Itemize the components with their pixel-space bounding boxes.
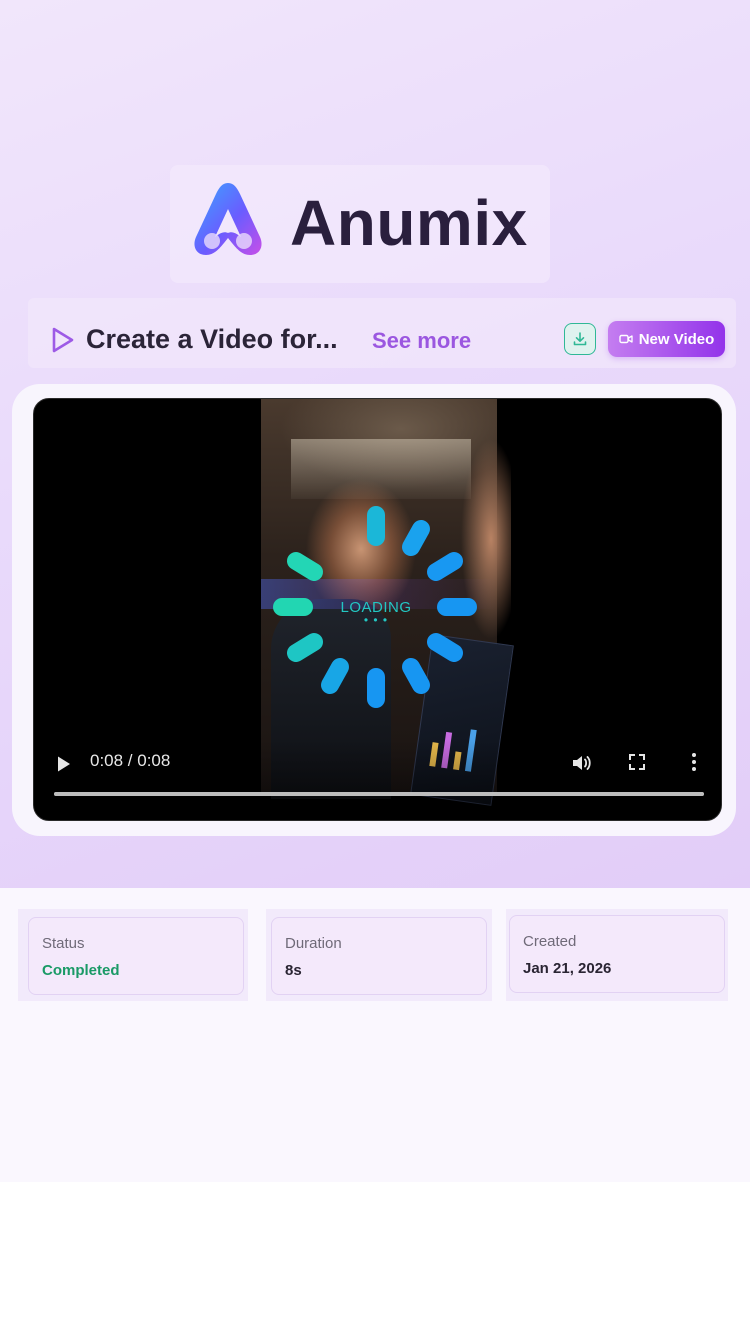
- created-label: Created: [523, 933, 577, 950]
- loading-dots: • • •: [363, 613, 389, 627]
- player-controls: 0:08 / 0:08: [34, 739, 721, 820]
- video-player[interactable]: LOADING • • • 0:08 / 0:08: [33, 398, 722, 821]
- created-value: Jan 21, 2026: [523, 960, 612, 977]
- play-icon[interactable]: [56, 755, 72, 773]
- download-button[interactable]: [564, 323, 596, 355]
- brand-logo: Anumix: [170, 165, 550, 283]
- progress-fill: [54, 792, 704, 796]
- time-display: 0:08 / 0:08: [90, 751, 171, 770]
- volume-icon[interactable]: [570, 752, 592, 774]
- brand-name: Anumix: [290, 187, 528, 259]
- anumix-logo-icon: [194, 183, 262, 255]
- fullscreen-icon[interactable]: [628, 753, 646, 771]
- download-icon: [573, 332, 587, 346]
- play-outline-icon: [52, 327, 74, 353]
- video-title: Create a Video for...: [86, 324, 338, 354]
- created-card: Created Jan 21, 2026: [509, 915, 725, 993]
- new-video-button[interactable]: New Video: [608, 321, 725, 357]
- status-label: Status: [42, 935, 85, 952]
- duration-card: Duration 8s: [271, 917, 487, 995]
- new-video-label: New Video: [638, 330, 715, 348]
- duration-value: 8s: [285, 962, 302, 979]
- more-options-icon[interactable]: [684, 751, 704, 773]
- see-more-link[interactable]: See more: [372, 328, 471, 354]
- video-header: Create a Video for... See more New Video: [28, 298, 736, 368]
- duration-label: Duration: [285, 935, 342, 952]
- status-card: Status Completed: [28, 917, 244, 995]
- status-badge: Completed: [42, 962, 120, 979]
- video-camera-icon: [619, 334, 633, 344]
- progress-bar[interactable]: [54, 792, 704, 796]
- video-card: LOADING • • • 0:08 / 0:08: [12, 384, 736, 836]
